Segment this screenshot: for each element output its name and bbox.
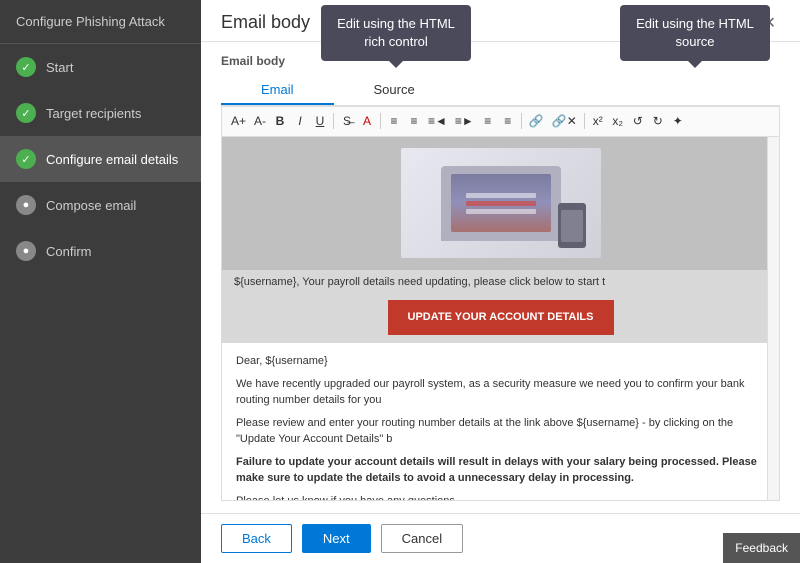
editor-body[interactable]: ${username}, Your payroll details need u…: [221, 136, 780, 501]
laptop-icon: [441, 166, 561, 241]
sidebar-title: Configure Phishing Attack: [0, 0, 201, 44]
sidebar-item-label-confirm: Confirm: [46, 244, 92, 259]
sidebar-item-start[interactable]: ✓ Start: [0, 44, 201, 90]
email-greeting: Dear, ${username}: [236, 353, 765, 370]
sidebar-item-label-target: Target recipients: [46, 106, 141, 121]
update-account-button[interactable]: UPDATE YOUR ACCOUNT DETAILS: [388, 300, 614, 335]
footer: Back Next Cancel: [201, 513, 800, 563]
main-panel: Email body ✕ Edit using the HTML rich co…: [201, 0, 800, 563]
toolbar-undo[interactable]: ↺: [629, 111, 647, 132]
step-icon-configure: ✓: [16, 149, 36, 169]
tab-source[interactable]: Source: [334, 76, 455, 105]
toolbar-sep-3: [521, 113, 522, 129]
toolbar-align-center[interactable]: ≡: [405, 111, 423, 132]
step-icon-target: ✓: [16, 103, 36, 123]
toolbar-color[interactable]: A: [358, 111, 376, 132]
sidebar-item-target[interactable]: ✓ Target recipients: [0, 90, 201, 136]
back-button[interactable]: Back: [221, 524, 292, 553]
close-button[interactable]: ✕: [759, 13, 780, 33]
sidebar-item-label-compose: Compose email: [46, 198, 136, 213]
step-icon-start: ✓: [16, 57, 36, 77]
screen-bar-3: [466, 209, 536, 214]
screen-bar-1: [466, 193, 536, 198]
toolbar-underline[interactable]: U: [311, 111, 329, 132]
toolbar-link[interactable]: 🔗: [526, 111, 547, 132]
toolbar-italic[interactable]: I: [291, 111, 309, 132]
laptop-screen: [451, 174, 551, 232]
sidebar: Configure Phishing Attack ✓ Start ✓ Targ…: [0, 0, 201, 563]
email-para-3: Failure to update your account details w…: [236, 454, 765, 487]
email-preview: ${username}, Your payroll details need u…: [222, 137, 779, 500]
sidebar-item-compose[interactable]: ● Compose email: [0, 182, 201, 228]
toolbar-align-justify[interactable]: ≡: [479, 111, 497, 132]
toolbar-align-left[interactable]: ≡: [385, 111, 403, 132]
editor-scrollbar[interactable]: [767, 137, 779, 500]
toolbar-bold[interactable]: B: [271, 111, 289, 132]
toolbar-sep-4: [584, 113, 585, 129]
toolbar-font-larger[interactable]: A+: [228, 111, 249, 132]
email-banner: [222, 137, 779, 270]
sidebar-item-label-configure: Configure email details: [46, 152, 178, 167]
banner-image: [401, 148, 601, 258]
sidebar-item-configure[interactable]: ✓ Configure email details: [0, 136, 201, 182]
main-header: Email body ✕: [201, 0, 800, 42]
toolbar-indent-left[interactable]: ≡◄: [425, 111, 450, 132]
cancel-button[interactable]: Cancel: [381, 524, 463, 553]
email-para-4: Please let us know if you have any quest…: [236, 493, 765, 500]
editor-toolbar: A+ A- B I U S̶ A ≡ ≡ ≡◄ ≡► ≡ ≡ 🔗 🔗✕ x² x…: [221, 106, 780, 136]
toolbar-subscript[interactable]: x₂: [609, 111, 627, 132]
feedback-button[interactable]: Feedback: [723, 533, 800, 563]
toolbar-source-toggle[interactable]: ✦: [669, 111, 687, 132]
sidebar-item-label-start: Start: [46, 60, 73, 75]
content-area: Email body Email Source A+ A- B I U S̶ A…: [201, 42, 800, 513]
email-body-text: ${username}, Your payroll details need u…: [222, 270, 779, 292]
screen-bar-2: [466, 201, 536, 206]
toolbar-sep-1: [333, 113, 334, 129]
toolbar-redo[interactable]: ↻: [649, 111, 667, 132]
email-content-body: Dear, ${username} We have recently upgra…: [222, 343, 779, 500]
tab-email[interactable]: Email: [221, 76, 334, 105]
toolbar-superscript[interactable]: x²: [589, 111, 607, 132]
tabs-row: Email Source: [221, 76, 780, 106]
phone-screen: [561, 210, 583, 242]
toolbar-align-right[interactable]: ≡: [499, 111, 517, 132]
page-title: Email body: [221, 12, 310, 33]
step-icon-compose: ●: [16, 195, 36, 215]
email-para-1: We have recently upgraded our payroll sy…: [236, 376, 765, 409]
toolbar-indent-right[interactable]: ≡►: [452, 111, 477, 132]
step-icon-confirm: ●: [16, 241, 36, 261]
email-para-2: Please review and enter your routing num…: [236, 415, 765, 448]
section-label: Email body: [221, 54, 780, 68]
toolbar-sep-2: [380, 113, 381, 129]
phone-icon: [558, 203, 586, 248]
toolbar-unlink[interactable]: 🔗✕: [549, 111, 580, 132]
toolbar-strikethrough[interactable]: S̶: [338, 111, 356, 132]
toolbar-font-smaller[interactable]: A-: [251, 111, 269, 132]
sidebar-item-confirm[interactable]: ● Confirm: [0, 228, 201, 274]
next-button[interactable]: Next: [302, 524, 371, 553]
email-cta-area: UPDATE YOUR ACCOUNT DETAILS: [222, 292, 779, 343]
